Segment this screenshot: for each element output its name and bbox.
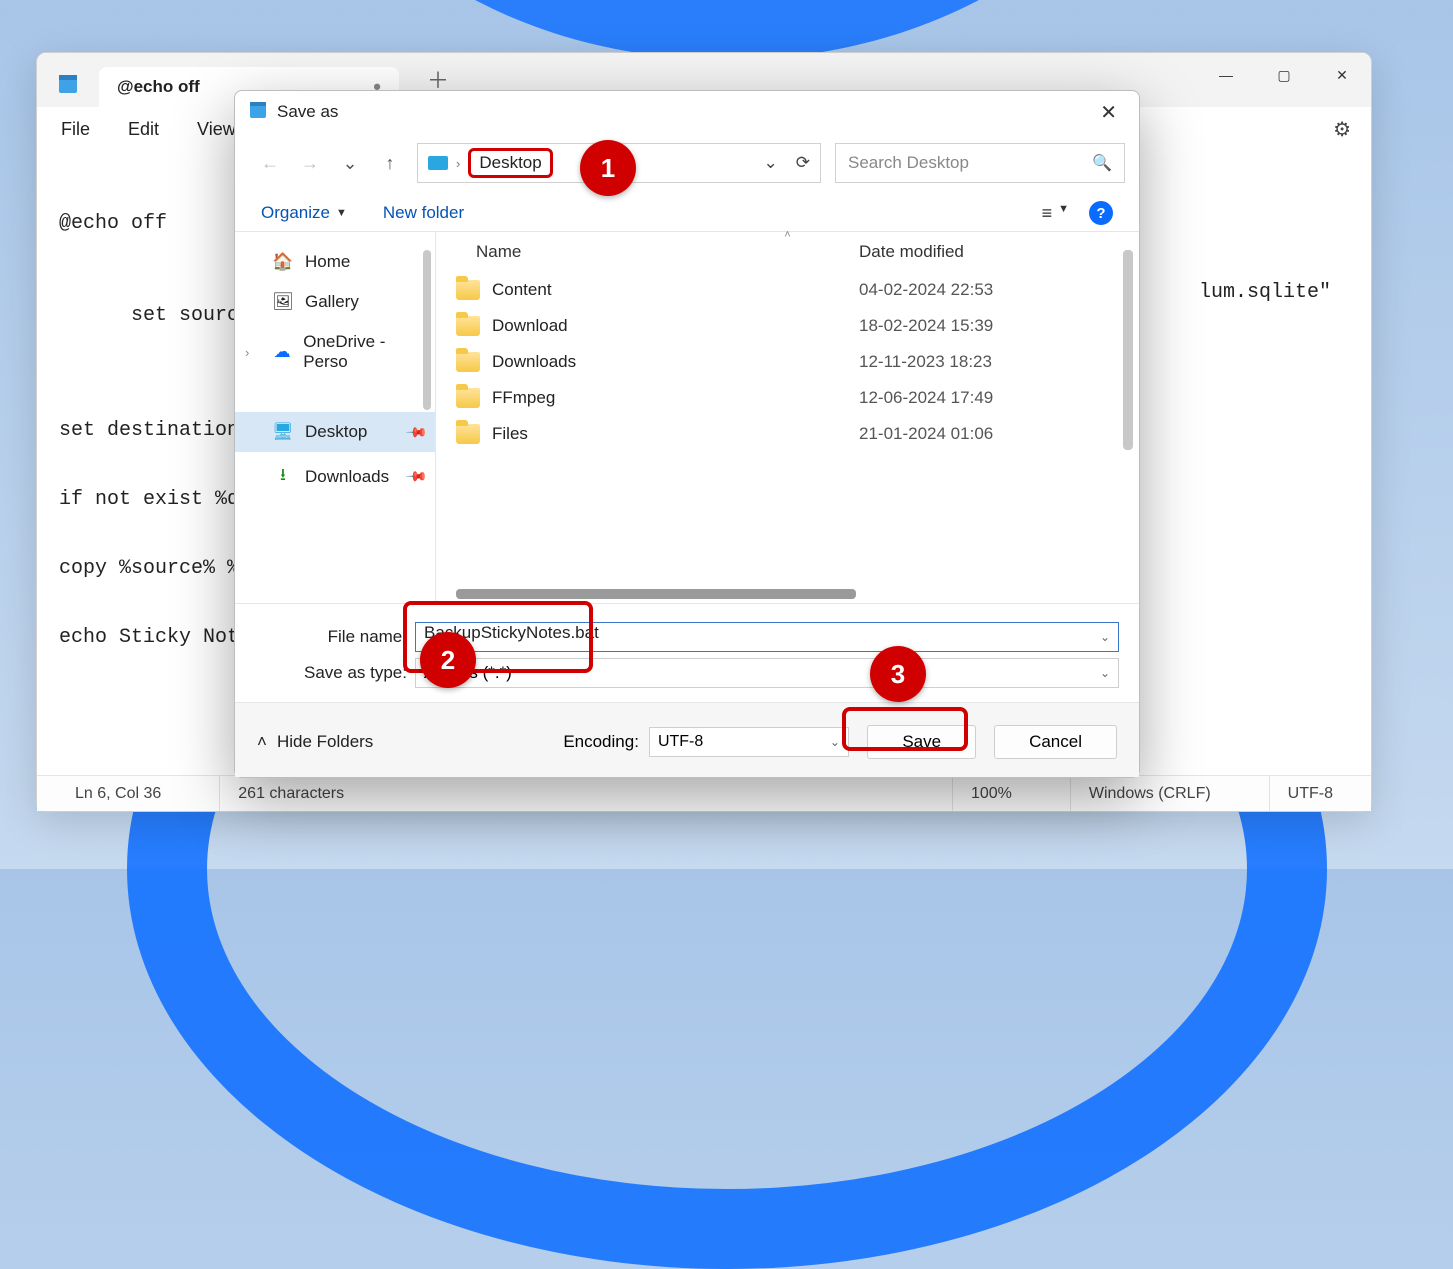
dialog-fields: File name: BackupStickyNotes.bat ⌄ Save … bbox=[235, 604, 1139, 702]
close-button[interactable]: ✕ bbox=[1313, 53, 1371, 97]
pin-icon: 📌 bbox=[404, 464, 428, 488]
window-controls: — ▢ ✕ bbox=[1197, 53, 1371, 97]
dialog-titlebar: Save as ✕ bbox=[235, 91, 1139, 133]
pin-icon: 📌 bbox=[404, 420, 428, 444]
column-name[interactable]: Name bbox=[456, 242, 859, 262]
refresh-icon[interactable]: ⟳ bbox=[796, 153, 810, 173]
dialog-title: Save as bbox=[277, 102, 338, 122]
new-folder-button[interactable]: New folder bbox=[383, 203, 464, 223]
file-list: ˄ Name Date modified Content 04-02-2024 … bbox=[435, 232, 1139, 603]
nav-desktop[interactable]: 🖥 Desktop 📌 bbox=[235, 412, 435, 452]
minimize-button[interactable]: — bbox=[1197, 53, 1255, 97]
dialog-close-icon[interactable]: ✕ bbox=[1092, 96, 1125, 129]
column-date[interactable]: Date modified bbox=[859, 242, 1119, 262]
search-placeholder: Search Desktop bbox=[848, 153, 969, 173]
desktop-location-icon bbox=[428, 156, 448, 170]
nav-forward-icon[interactable]: → bbox=[297, 150, 323, 176]
callout-3: 3 bbox=[870, 646, 926, 702]
file-row[interactable]: Files 21-01-2024 01:06 bbox=[436, 416, 1139, 452]
dialog-body: 🏠 Home 🖼 Gallery › ☁ OneDrive - Perso 🖥 … bbox=[235, 231, 1139, 604]
status-zoom: 100% bbox=[952, 776, 1030, 811]
desktop-icon: 🖥 bbox=[273, 422, 293, 442]
help-icon[interactable]: ? bbox=[1089, 201, 1113, 225]
filename-input[interactable]: BackupStickyNotes.bat ⌄ bbox=[415, 622, 1119, 652]
menu-view[interactable]: View bbox=[197, 119, 236, 140]
organize-button[interactable]: Organize ▼ bbox=[261, 203, 347, 223]
folder-icon bbox=[456, 352, 480, 372]
hide-folders-button[interactable]: ˄ Hide Folders bbox=[257, 732, 373, 752]
encoding-select[interactable]: UTF-8 ⌄ bbox=[649, 727, 849, 757]
encoding-label: Encoding: bbox=[563, 732, 639, 752]
folder-icon bbox=[456, 424, 480, 444]
encoding-dropdown-icon[interactable]: ⌄ bbox=[830, 735, 840, 749]
notepad-small-icon bbox=[249, 101, 267, 124]
breadcrumb-separator-icon: › bbox=[456, 156, 460, 171]
folder-icon bbox=[456, 280, 480, 300]
navigation-pane: 🏠 Home 🖼 Gallery › ☁ OneDrive - Perso 🖥 … bbox=[235, 232, 435, 603]
onedrive-icon: ☁ bbox=[273, 342, 291, 362]
save-as-dialog: Save as ✕ ← → ⌄ ↑ › Desktop ⌄ ⟳ Search D… bbox=[234, 90, 1140, 778]
dialog-navrow: ← → ⌄ ↑ › Desktop ⌄ ⟳ Search Desktop 🔍 bbox=[235, 133, 1139, 191]
folder-icon bbox=[456, 388, 480, 408]
home-icon: 🏠 bbox=[273, 252, 293, 272]
file-row[interactable]: Downloads 12-11-2023 18:23 bbox=[436, 344, 1139, 380]
status-encoding: UTF-8 bbox=[1269, 776, 1351, 811]
status-charcount: 261 characters bbox=[219, 776, 362, 811]
chevron-up-icon: ˄ bbox=[257, 732, 267, 752]
cancel-button[interactable]: Cancel bbox=[994, 725, 1117, 759]
file-row[interactable]: Download 18-02-2024 15:39 bbox=[436, 308, 1139, 344]
file-row[interactable]: FFmpeg 12-06-2024 17:49 bbox=[436, 380, 1139, 416]
nav-up-icon[interactable]: ↑ bbox=[377, 150, 403, 176]
nav-gallery[interactable]: 🖼 Gallery bbox=[235, 282, 435, 322]
nav-downloads[interactable]: ⭳ Downloads 📌 bbox=[235, 452, 435, 501]
menu-edit[interactable]: Edit bbox=[128, 119, 159, 140]
status-eol: Windows (CRLF) bbox=[1070, 776, 1229, 811]
expand-chevron-icon[interactable]: › bbox=[245, 345, 249, 360]
maximize-button[interactable]: ▢ bbox=[1255, 53, 1313, 97]
savetype-select[interactable]: All files (*.*) ⌄ bbox=[415, 658, 1119, 688]
savetype-label: Save as type: bbox=[255, 663, 415, 683]
nav-back-icon[interactable]: ← bbox=[257, 150, 283, 176]
breadcrumb-desktop[interactable]: Desktop bbox=[468, 148, 552, 178]
save-button[interactable]: Save bbox=[867, 725, 976, 759]
file-row[interactable]: Content 04-02-2024 22:53 bbox=[436, 272, 1139, 308]
downloads-icon: ⭳ bbox=[273, 462, 293, 491]
status-position: Ln 6, Col 36 bbox=[57, 776, 179, 811]
filelist-vscrollbar[interactable] bbox=[1123, 250, 1133, 450]
view-options-button[interactable]: ≡ ▼ bbox=[1042, 203, 1069, 224]
notepad-statusbar: Ln 6, Col 36 261 characters 100% Windows… bbox=[37, 775, 1371, 811]
dialog-toolbar: Organize ▼ New folder ≡ ▼ ? bbox=[235, 191, 1139, 231]
notepad-tab-title: @echo off bbox=[117, 77, 200, 97]
filename-dropdown-icon[interactable]: ⌄ bbox=[1100, 630, 1110, 644]
nav-onedrive[interactable]: › ☁ OneDrive - Perso bbox=[235, 322, 435, 382]
notepad-app-icon bbox=[57, 73, 79, 95]
address-dropdown-icon[interactable]: ⌄ bbox=[764, 153, 778, 173]
menu-file[interactable]: File bbox=[61, 119, 90, 140]
dropdown-caret-icon: ▼ bbox=[336, 207, 347, 219]
callout-2: 2 bbox=[420, 632, 476, 688]
sort-ascending-icon: ˄ bbox=[784, 229, 790, 241]
search-icon: 🔍 bbox=[1092, 153, 1112, 173]
gallery-icon: 🖼 bbox=[273, 292, 293, 312]
nav-home[interactable]: 🏠 Home bbox=[235, 242, 435, 282]
search-input[interactable]: Search Desktop 🔍 bbox=[835, 143, 1125, 183]
filename-label: File name: bbox=[255, 627, 415, 647]
callout-1: 1 bbox=[580, 140, 636, 196]
filelist-hscrollbar[interactable] bbox=[456, 589, 856, 599]
nav-recent-dropdown-icon[interactable]: ⌄ bbox=[337, 150, 363, 176]
savetype-dropdown-icon[interactable]: ⌄ bbox=[1100, 666, 1110, 680]
editor-line-tail: lum.sqlite" bbox=[1199, 281, 1331, 304]
file-list-header: ˄ Name Date modified bbox=[436, 232, 1139, 272]
dialog-bottombar: ˄ Hide Folders Encoding: UTF-8 ⌄ Save Ca… bbox=[235, 702, 1139, 777]
settings-gear-icon[interactable]: ⚙ bbox=[1333, 117, 1351, 142]
folder-icon bbox=[456, 316, 480, 336]
